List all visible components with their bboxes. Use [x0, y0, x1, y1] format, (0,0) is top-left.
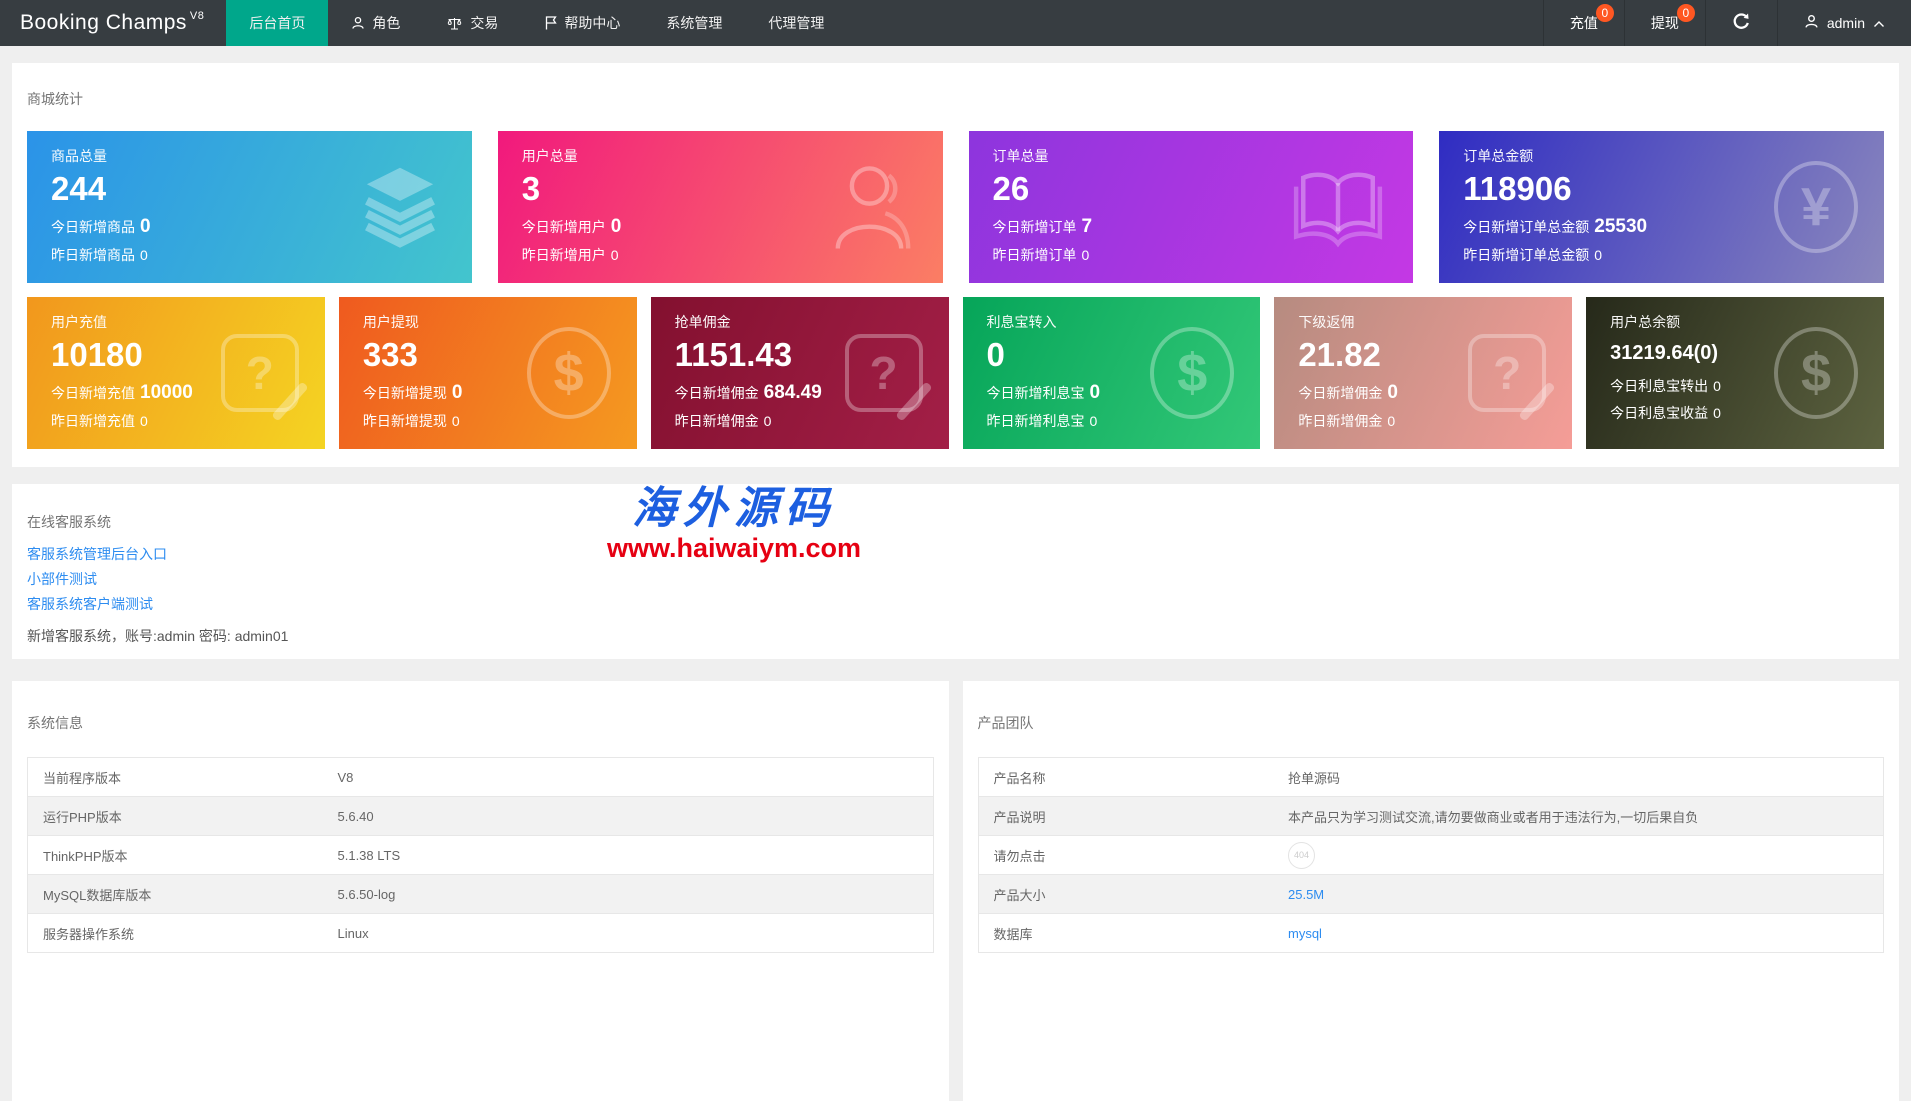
service-admin-entry-link[interactable]: 客服系统管理后台入口	[27, 542, 167, 567]
question-edit-icon: ?	[1468, 334, 1547, 412]
scales-icon	[446, 16, 463, 31]
recharge-button[interactable]: 充值 0	[1542, 0, 1624, 46]
stat-card-order-amount-total: 订单总金额 118906 今日新增订单总金额 25530 昨日新增订单总金额 0 ¥	[1439, 131, 1884, 283]
menu-item-system-admin[interactable]: 系统管理	[643, 0, 745, 46]
main-menu: 后台首页 角色 交易 帮助中心 系统管理 代理管理	[226, 0, 847, 46]
flag-icon	[544, 16, 558, 30]
dollar-coin-icon: $	[526, 327, 611, 419]
navbar-right: 充值 0 提现 0 admin	[1542, 0, 1911, 46]
table-row: 产品大小 25.5M	[978, 874, 1884, 914]
badge-404[interactable]: 404	[1288, 841, 1315, 869]
table-row: 数据库 mysql	[978, 913, 1884, 953]
yen-coin-icon: ¥	[1774, 161, 1858, 253]
app-logo: Booking Champs V8	[0, 0, 226, 46]
chevron-up-icon	[1873, 15, 1885, 31]
online-service-section: 在线客服系统 客服系统管理后台入口 小部件测试 客服系统客户端测试 新增客服系统…	[12, 484, 1899, 659]
stat-card-sub-rebate: 下级返佣 21.82 今日新增佣金 0 昨日新增佣金 0 ?	[1274, 297, 1573, 449]
bottom-panels: 系统信息 当前程序版本 V8 运行PHP版本 5.6.40 ThinkPHP版本…	[12, 681, 1899, 1101]
table-row: 服务器操作系统 Linux	[27, 913, 933, 953]
stats-row-1: 商品总量 244 今日新增商品 0 昨日新增商品 0 用户总量 3 今日新增用户 0 …	[27, 131, 1884, 283]
stat-card-orders-total: 订单总量 26 今日新增订单 7 昨日新增订单 0	[968, 131, 1414, 283]
refresh-button[interactable]	[1704, 0, 1777, 46]
widget-test-link[interactable]: 小部件测试	[27, 567, 97, 592]
system-info-panel: 系统信息 当前程序版本 V8 运行PHP版本 5.6.40 ThinkPHP版本…	[12, 681, 949, 1101]
recharge-badge: 0	[1595, 4, 1614, 22]
person-icon	[351, 16, 365, 30]
mall-statistics-section: 商城统计 商品总量 244 今日新增商品 0 昨日新增商品 0 用户总量 3 今日新…	[12, 63, 1899, 467]
dollar-coin-icon: $	[1150, 327, 1235, 419]
dollar-coin-icon: $	[1774, 327, 1858, 419]
table-row: 请勿点击 404	[978, 835, 1884, 875]
stat-card-users-total: 用户总量 3 今日新增用户 0 昨日新增用户 0	[497, 131, 943, 283]
withdraw-badge: 0	[1676, 4, 1695, 22]
table-row: 产品名称 抢单源码	[978, 757, 1884, 797]
menu-item-agent-admin[interactable]: 代理管理	[745, 0, 847, 46]
app-logo-text: Booking Champs	[20, 11, 187, 34]
stat-card-goods-total: 商品总量 244 今日新增商品 0 昨日新增商品 0	[27, 131, 472, 283]
table-row: 当前程序版本 V8	[27, 757, 933, 797]
section-title: 产品团队	[977, 715, 1034, 731]
question-edit-icon: ?	[844, 334, 923, 412]
table-row: ThinkPHP版本 5.1.38 LTS	[27, 835, 933, 875]
system-info-table: 当前程序版本 V8 运行PHP版本 5.6.40 ThinkPHP版本 5.1.…	[27, 757, 934, 953]
database-link[interactable]: mysql	[1288, 926, 1322, 941]
stat-card-order-commission: 抢单佣金 1151.43 今日新增佣金 684.49 昨日新增佣金 0 ?	[650, 297, 949, 449]
menu-item-dashboard[interactable]: 后台首页	[226, 0, 329, 46]
product-size-link[interactable]: 25.5M	[1288, 887, 1324, 902]
withdraw-button[interactable]: 提现 0	[1623, 0, 1705, 46]
stat-card-user-balance-total: 用户总余额 31219.64(0) 今日利息宝转出 0 今日利息宝收益 0 $	[1586, 297, 1884, 449]
user-icon	[1804, 14, 1819, 32]
stat-card-interest-in: 利息宝转入 0 今日新增利息宝 0 昨日新增利息宝 0 $	[962, 297, 1261, 449]
stats-row-2: 用户充值 10180 今日新增充值 10000 昨日新增充值 0 ? 用户提现 33…	[27, 297, 1884, 449]
stat-card-user-recharge: 用户充值 10180 今日新增充值 10000 昨日新增充值 0 ?	[27, 297, 325, 449]
service-credentials-note: 新增客服系统，账号:admin 密码: admin01	[27, 628, 289, 644]
layers-icon	[354, 159, 446, 256]
section-title: 商城统计	[27, 91, 83, 107]
menu-item-help-center[interactable]: 帮助中心	[521, 0, 643, 46]
user-menu[interactable]: admin	[1776, 0, 1911, 46]
service-client-test-link[interactable]: 客服系统客户端测试	[27, 592, 153, 617]
table-row: 运行PHP版本 5.6.40	[27, 796, 933, 836]
stat-card-user-withdraw: 用户提现 333 今日新增提现 0 昨日新增提现 0 $	[338, 297, 637, 449]
section-title: 在线客服系统	[27, 514, 111, 530]
section-title: 系统信息	[27, 715, 83, 731]
product-team-panel: 产品团队 产品名称 抢单源码 产品说明 本产品只为学习测试交流,请勿要做商业或者…	[962, 681, 1899, 1101]
user-outline-icon	[829, 158, 917, 257]
product-team-table: 产品名称 抢单源码 产品说明 本产品只为学习测试交流,请勿要做商业或者用于违法行…	[977, 757, 1884, 953]
refresh-icon	[1732, 12, 1751, 34]
question-edit-icon: ?	[220, 334, 299, 412]
username: admin	[1826, 15, 1865, 31]
top-navbar: Booking Champs V8 后台首页 角色 交易 帮助中心 系统管理 代…	[0, 0, 1911, 46]
menu-item-roles[interactable]: 角色	[328, 0, 423, 46]
table-row: MySQL数据库版本 5.6.50-log	[27, 874, 933, 914]
menu-item-trade[interactable]: 交易	[423, 0, 521, 46]
app-logo-version: V8	[189, 10, 205, 22]
table-row: 产品说明 本产品只为学习测试交流,请勿要做商业或者用于违法行为,一切后果自负	[978, 796, 1884, 836]
book-icon	[1289, 161, 1387, 254]
